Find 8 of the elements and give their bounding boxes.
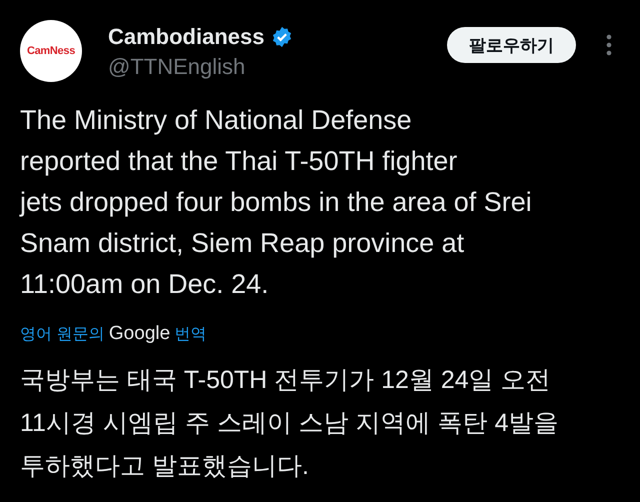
author-handle[interactable]: @TTNEnglish <box>108 54 292 80</box>
author-name[interactable]: Cambodianess <box>108 24 264 50</box>
post-text: The Ministry of National Defense reported that the Thai T-50TH fighter jets dropped four bombs in the area of Srei Snam district, Siem Reap province at 11:00am on Dec. 24. <box>20 104 533 301</box>
translated-text: 국방부는 태국 T-50TH 전투기가 12월 24일 오전 11시경 시엠립 주 스레이 스남 지역에 폭탄 4발을 투하했다고 발표했습니다. <box>20 365 560 482</box>
avatar-logo[interactable]: CamNess <box>20 20 82 82</box>
more-options-icon[interactable] <box>606 34 612 56</box>
follow-button[interactable]: 팔로우하기 <box>447 27 576 63</box>
translation-attribution[interactable]: 영어 원문의 Google 번역 <box>20 323 620 345</box>
